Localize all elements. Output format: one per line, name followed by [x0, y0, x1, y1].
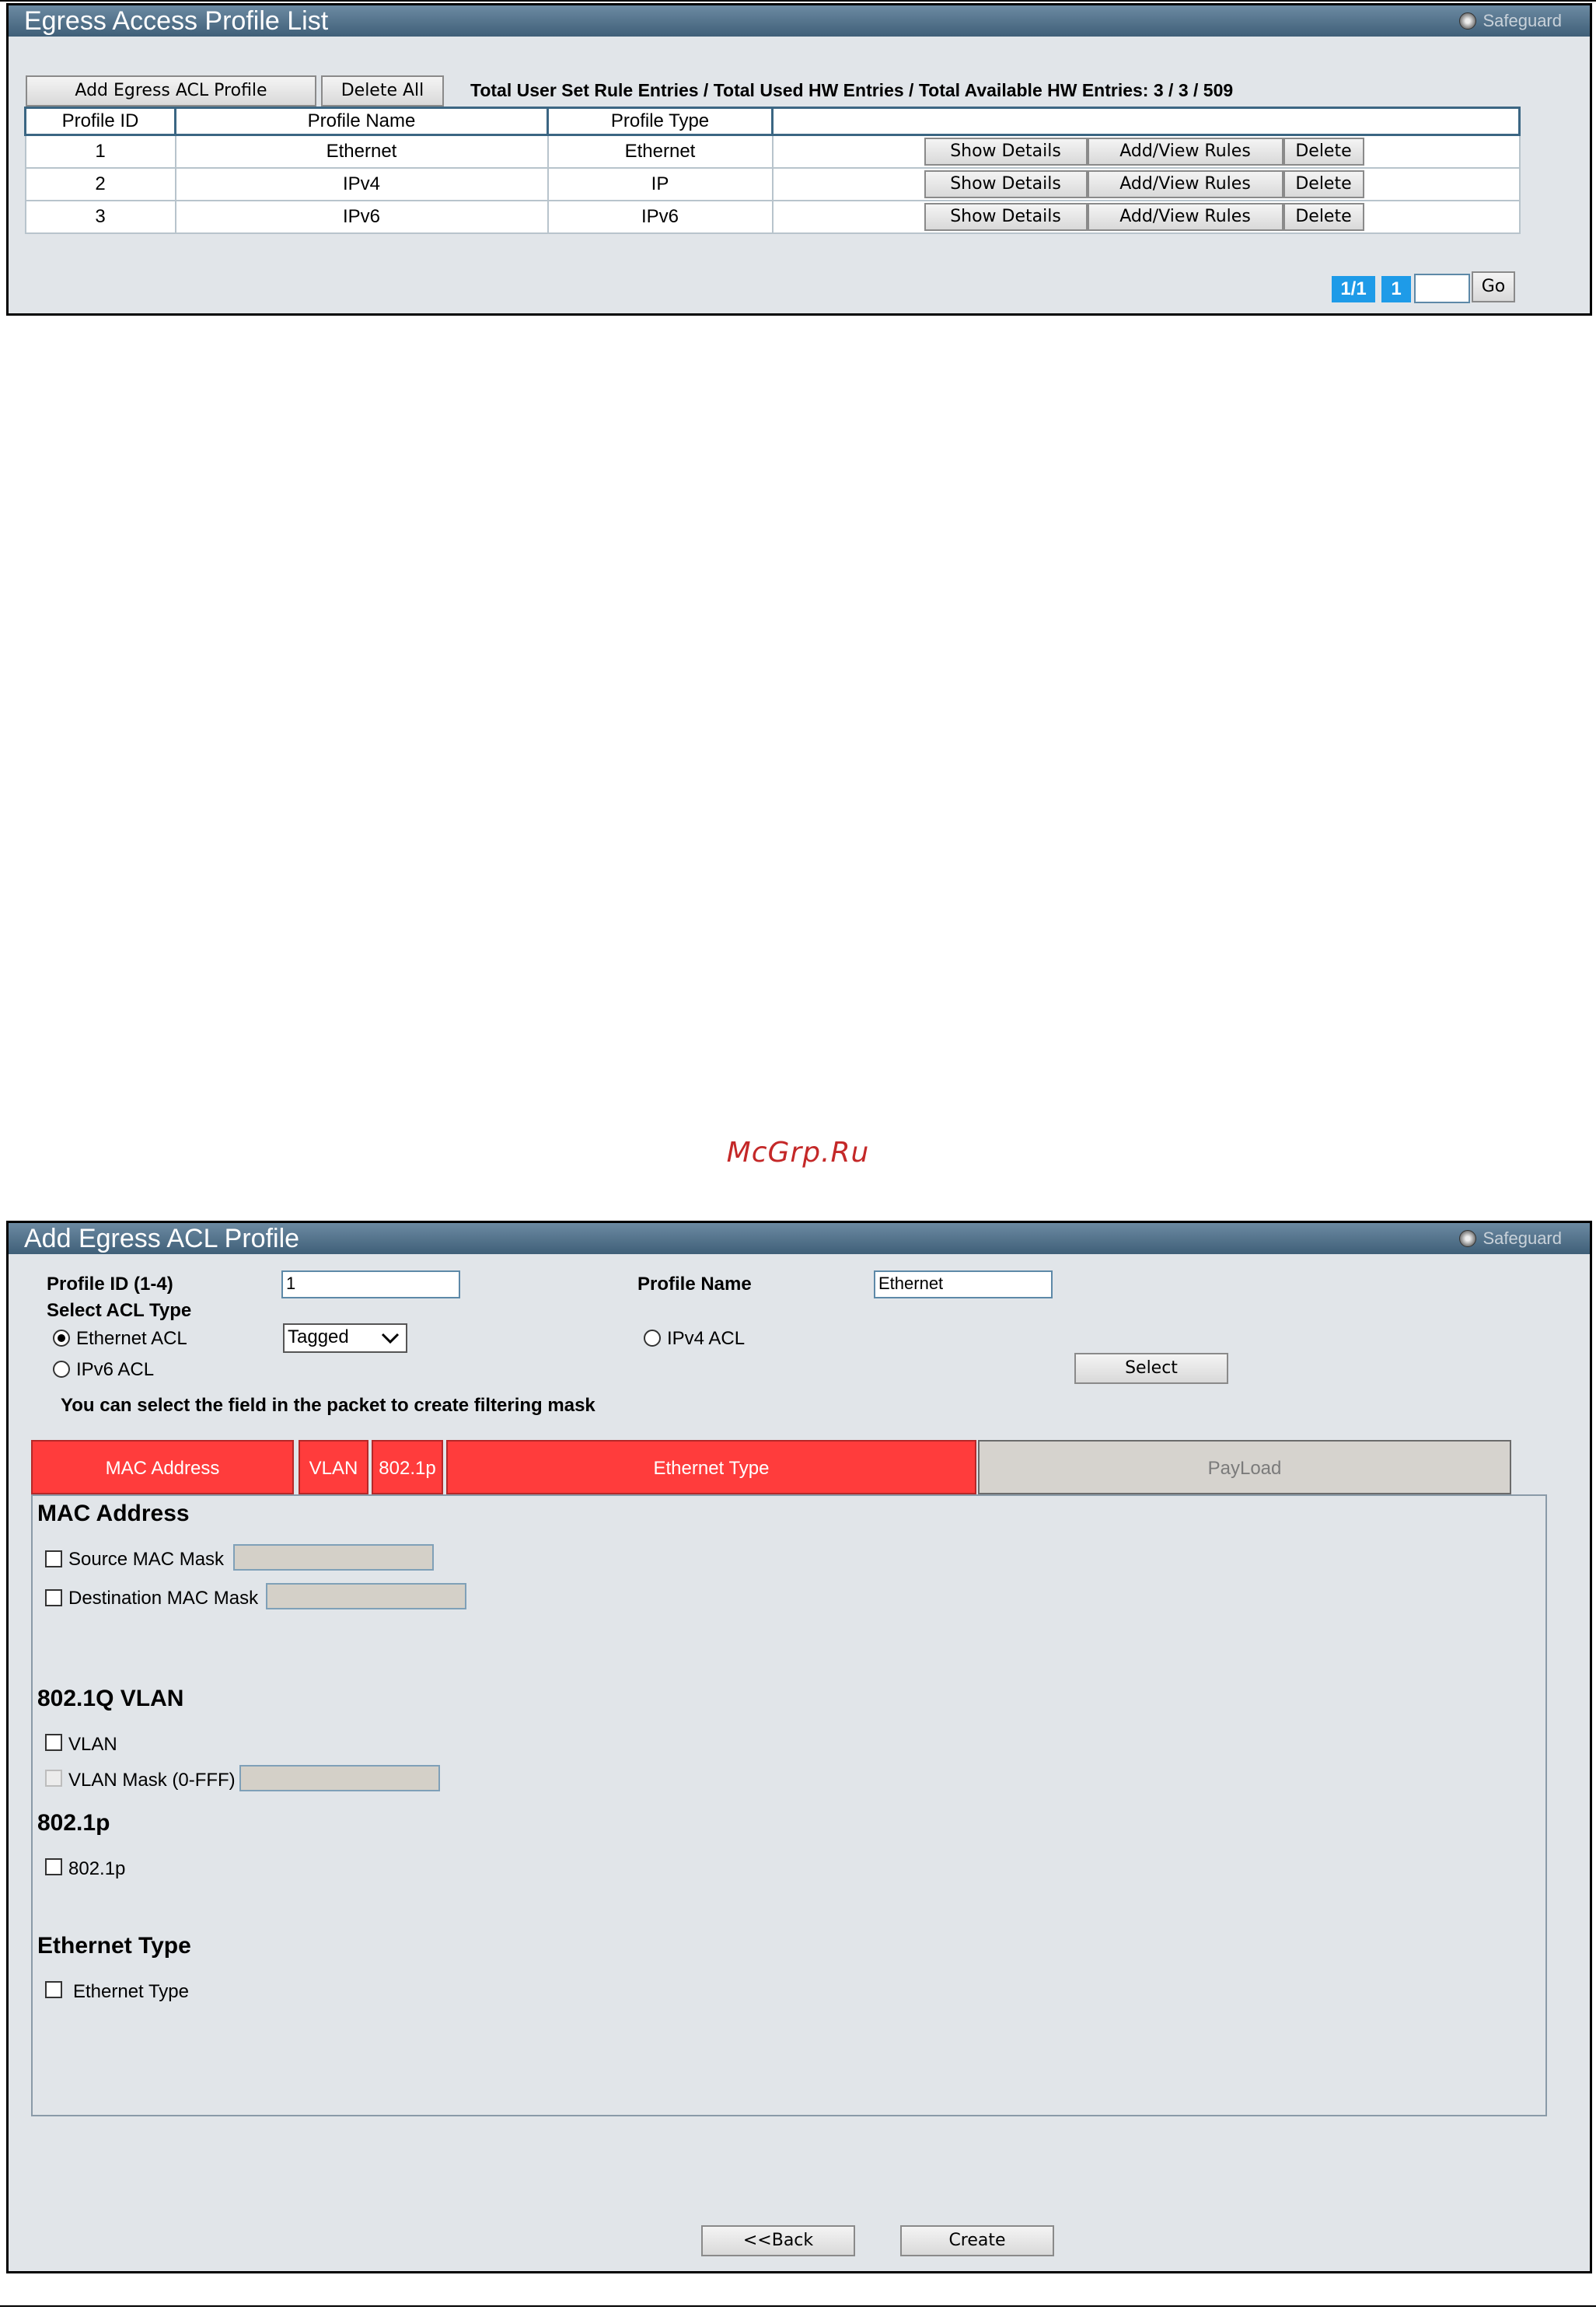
- profile-name: IPv6: [174, 200, 549, 234]
- column-header: Profile Type: [547, 107, 774, 136]
- profile-name-label: Profile Name: [637, 1274, 752, 1295]
- page-number-input[interactable]: [1414, 274, 1470, 303]
- add-view-rules-button[interactable]: Add/View Rules: [1087, 138, 1283, 166]
- vlan-mask-checkbox[interactable]: [45, 1770, 62, 1787]
- panel-title-bar: Egress Access Profile List Safeguard: [9, 5, 1590, 37]
- create-button[interactable]: Create: [900, 2225, 1054, 2256]
- tab-mac-address[interactable]: MAC Address: [31, 1440, 294, 1494]
- ipv4-acl-label: IPv4 ACL: [667, 1328, 746, 1349]
- profile-id: 2: [24, 167, 176, 201]
- column-header: Profile Name: [174, 107, 549, 136]
- panel-title: Add Egress ACL Profile: [24, 1224, 300, 1253]
- row-actions: Show Details Add/View Rules Delete: [771, 167, 1521, 201]
- watermark-text: McGrp.Ru: [726, 1137, 870, 1169]
- page-count: 1/1: [1332, 276, 1375, 302]
- 802-1p-label: 802.1p: [68, 1858, 126, 1879]
- panel-title: Egress Access Profile List: [24, 6, 329, 36]
- show-details-button[interactable]: Show Details: [924, 170, 1088, 198]
- vlan-mask-input[interactable]: [239, 1765, 440, 1791]
- ipv4-acl-radio[interactable]: [644, 1330, 661, 1347]
- mac-address-heading: MAC Address: [37, 1501, 190, 1526]
- safeguard-label: Safeguard: [1482, 11, 1562, 30]
- row-actions: Show Details Add/View Rules Delete: [771, 200, 1521, 234]
- vlan-heading: 802.1Q VLAN: [37, 1686, 184, 1711]
- safeguard-icon: [1459, 12, 1477, 30]
- destination-mac-mask-input[interactable]: [266, 1583, 466, 1609]
- profile-name: Ethernet: [174, 134, 549, 169]
- vlan-mask-label: VLAN Mask (0-FFF): [68, 1770, 236, 1791]
- 802-1p-checkbox[interactable]: [45, 1858, 62, 1875]
- page-link-current[interactable]: 1: [1381, 276, 1411, 302]
- go-button[interactable]: Go: [1472, 271, 1515, 302]
- egress-profile-list-panel: Egress Access Profile List Safeguard Add…: [6, 3, 1592, 316]
- back-button[interactable]: <<Back: [701, 2225, 855, 2256]
- table-row: 2 IPv4 IP Show Details Add/View Rules Dele…: [24, 167, 1521, 201]
- select-button[interactable]: Select: [1074, 1353, 1228, 1384]
- tagged-select[interactable]: Tagged: [283, 1323, 407, 1353]
- panel-title-bar: Add Egress ACL Profile Safeguard: [9, 1223, 1590, 1254]
- profile-id-input[interactable]: 1: [281, 1270, 460, 1298]
- delete-button[interactable]: Delete: [1283, 203, 1364, 231]
- profile-id: 3: [24, 200, 176, 234]
- profile-id-label: Profile ID (1-4): [47, 1274, 173, 1295]
- top-rule: [0, 0, 1596, 2]
- filtering-mask-hint: You can select the field in the packet t…: [61, 1395, 595, 1416]
- source-mac-mask-input[interactable]: [233, 1544, 434, 1571]
- tagged-select-value: Tagged: [288, 1326, 349, 1347]
- ipv6-acl-radio[interactable]: [53, 1361, 70, 1378]
- ethernet-acl-label: Ethernet ACL: [76, 1328, 187, 1349]
- safeguard-indicator[interactable]: Safeguard: [1459, 1228, 1562, 1249]
- add-view-rules-button[interactable]: Add/View Rules: [1087, 203, 1283, 231]
- profile-table: Profile ID Profile Name Profile Type 1 E…: [24, 107, 1521, 234]
- show-details-button[interactable]: Show Details: [924, 138, 1088, 166]
- delete-button[interactable]: Delete: [1283, 138, 1364, 166]
- ipv6-acl-label: IPv6 ACL: [76, 1359, 155, 1380]
- destination-mac-mask-label: Destination MAC Mask: [68, 1588, 259, 1609]
- ethernet-type-checkbox[interactable]: [45, 1981, 62, 1998]
- ethernet-type-heading: Ethernet Type: [37, 1933, 191, 1959]
- ethernet-acl-radio[interactable]: [53, 1330, 70, 1347]
- select-acl-type-label: Select ACL Type: [47, 1300, 192, 1321]
- row-actions: Show Details Add/View Rules Delete: [771, 134, 1521, 169]
- chevron-down-icon: [381, 1333, 400, 1344]
- tab-802-1p[interactable]: 802.1p: [372, 1440, 443, 1494]
- profile-type: Ethernet: [547, 134, 774, 169]
- column-header: Profile ID: [24, 107, 176, 136]
- destination-mac-mask-checkbox[interactable]: [45, 1589, 62, 1606]
- bottom-rule: [0, 2305, 1596, 2307]
- ethernet-type-label: Ethernet Type: [73, 1981, 189, 2002]
- source-mac-mask-checkbox[interactable]: [45, 1550, 62, 1567]
- safeguard-icon: [1459, 1230, 1477, 1247]
- column-header-actions: [771, 107, 1521, 136]
- source-mac-mask-label: Source MAC Mask: [68, 1549, 225, 1570]
- table-row: 1 Ethernet Ethernet Show Details Add/View…: [24, 134, 1521, 169]
- tab-payload[interactable]: PayLoad: [978, 1440, 1511, 1494]
- profile-type: IP: [547, 167, 774, 201]
- tab-ethernet-type[interactable]: Ethernet Type: [446, 1440, 976, 1494]
- delete-all-button[interactable]: Delete All: [321, 75, 444, 107]
- profile-type: IPv6: [547, 200, 774, 234]
- table-row: 3 IPv6 IPv6 Show Details Add/View Rules De…: [24, 200, 1521, 234]
- table-header-row: Profile ID Profile Name Profile Type: [24, 107, 1521, 136]
- mask-field-area: [31, 1494, 1547, 2116]
- delete-button[interactable]: Delete: [1283, 170, 1364, 198]
- profile-name: IPv4: [174, 167, 549, 201]
- tab-vlan[interactable]: VLAN: [299, 1440, 368, 1494]
- 802-1p-heading: 802.1p: [37, 1810, 110, 1836]
- profile-name-input[interactable]: Ethernet: [874, 1270, 1053, 1298]
- show-details-button[interactable]: Show Details: [924, 203, 1088, 231]
- vlan-label: VLAN: [68, 1734, 117, 1755]
- add-view-rules-button[interactable]: Add/View Rules: [1087, 170, 1283, 198]
- totals-text: Total User Set Rule Entries / Total Used…: [470, 80, 1234, 100]
- profile-id: 1: [24, 134, 176, 169]
- add-egress-acl-profile-button[interactable]: Add Egress ACL Profile: [26, 75, 316, 107]
- safeguard-indicator[interactable]: Safeguard: [1459, 10, 1562, 32]
- vlan-checkbox[interactable]: [45, 1734, 62, 1751]
- safeguard-label: Safeguard: [1482, 1228, 1562, 1248]
